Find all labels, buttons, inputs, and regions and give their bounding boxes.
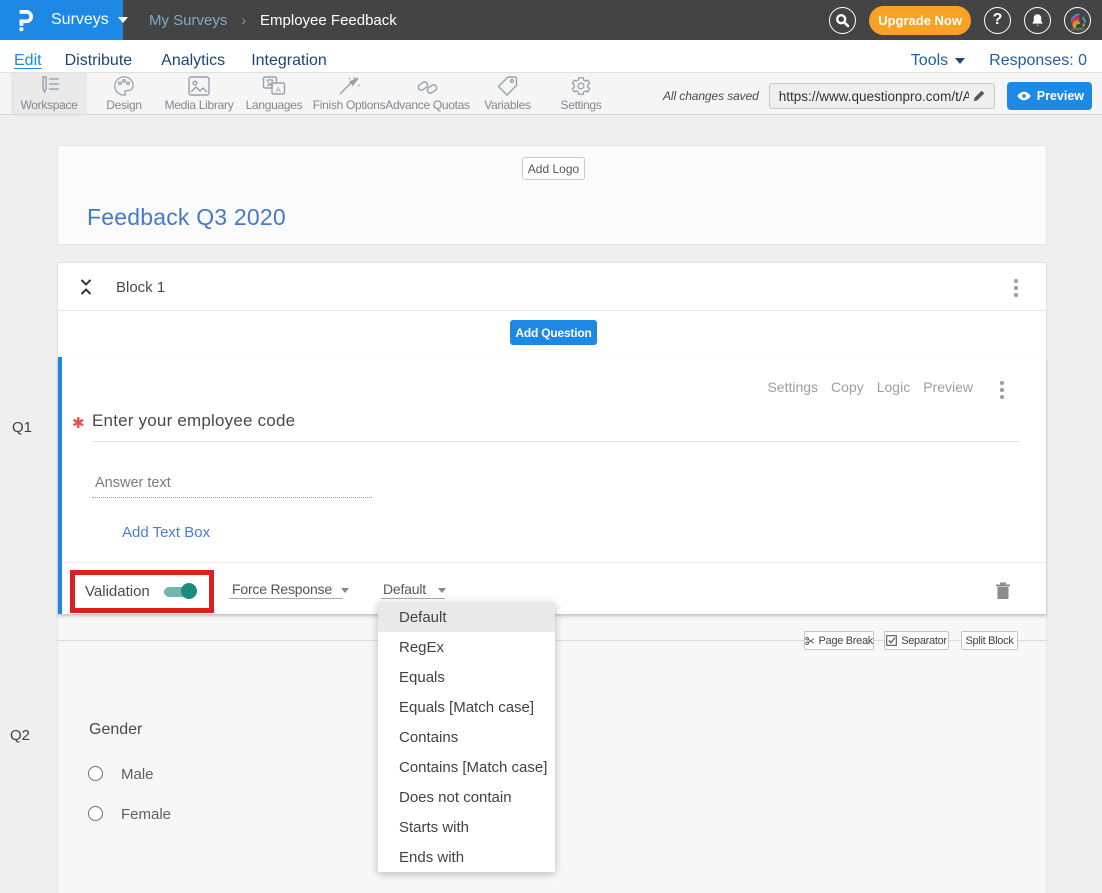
svg-text:A: A [276,85,281,94]
